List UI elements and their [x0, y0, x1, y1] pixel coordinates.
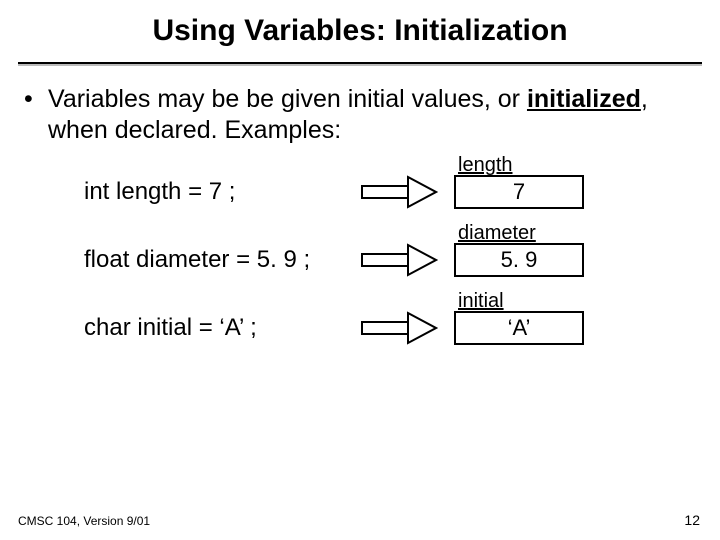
arrow-icon — [360, 311, 438, 345]
arrow-icon — [360, 175, 438, 209]
example-row: char initial = ‘A’ ; initial ‘A’ — [84, 311, 696, 345]
arrow-cell — [344, 311, 454, 345]
footer-course: CMSC 104, Version 9/01 — [18, 514, 150, 528]
bullet-text-pre: Variables may be be given initial values… — [48, 85, 527, 113]
value-label: length — [458, 153, 513, 178]
bullet-dot: • — [24, 84, 38, 147]
example-row: int length = 7 ; length 7 — [84, 175, 696, 209]
slide-body: • Variables may be be given initial valu… — [0, 66, 720, 345]
slide-title: Using Variables: Initialization — [0, 0, 720, 58]
value-box: 5. 9 — [454, 243, 584, 277]
arrow-cell — [344, 175, 454, 209]
declaration-text: float diameter = 5. 9 ; — [84, 245, 344, 275]
bullet-text: Variables may be be given initial values… — [48, 84, 696, 147]
declaration-text: int length = 7 ; — [84, 177, 344, 207]
arrow-icon — [360, 243, 438, 277]
value-label: initial — [458, 289, 504, 314]
value-box: 7 — [454, 175, 584, 209]
value-label: diameter — [458, 221, 536, 246]
value-box: ‘A’ — [454, 311, 584, 345]
value-cell: initial ‘A’ — [454, 311, 614, 345]
value-cell: length 7 — [454, 175, 614, 209]
arrow-cell — [344, 243, 454, 277]
examples: int length = 7 ; length 7 float diameter… — [24, 175, 696, 345]
example-row: float diameter = 5. 9 ; diameter 5. 9 — [84, 243, 696, 277]
declaration-text: char initial = ‘A’ ; — [84, 313, 344, 343]
bullet-item: • Variables may be be given initial valu… — [24, 84, 696, 147]
value-cell: diameter 5. 9 — [454, 243, 614, 277]
page-number: 12 — [684, 512, 700, 528]
bullet-text-bold: initialized — [527, 85, 641, 113]
